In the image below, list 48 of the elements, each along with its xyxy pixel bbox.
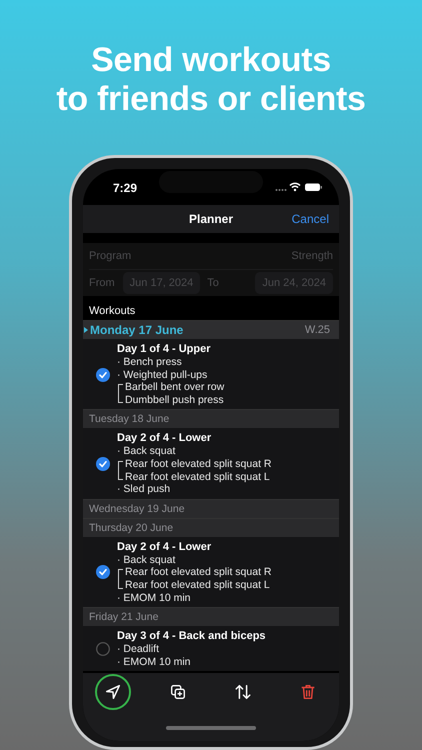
section-title: Workouts [88, 304, 136, 319]
exercise-line: · Back squat [117, 445, 176, 458]
workout-card[interactable]: Day 2 of 4 - Lower · Back squat Rear foot elevated split squat R Rear foot elevated split squat L · EMOM 10 min [83, 536, 339, 608]
workout-card[interactable]: Day 3 of 4 - Back and biceps · Deadlift · EMOM 10 min [83, 626, 339, 672]
headline: Send workouts to friends or clients [56, 41, 366, 119]
exercise-line: Rear foot elevated split squat R [125, 566, 272, 579]
status-time: 7:29 [113, 181, 138, 195]
superset-bracket [118, 460, 123, 480]
exercise-line: Rear foot elevated split squat R [125, 458, 272, 471]
trash-icon [299, 683, 317, 701]
checked-circle-icon[interactable] [96, 368, 110, 382]
status-icons [275, 182, 323, 192]
exercise-line: · Weighted pull-ups [117, 368, 208, 382]
field-label: From [89, 277, 115, 289]
screen-title: Planner [188, 212, 233, 226]
day-header[interactable]: Tuesday 18 June [83, 409, 339, 428]
exercise-line: · Sled push [117, 483, 172, 496]
exercise-line: Rear foot elevated split squat L [125, 470, 271, 484]
exercise-line: Barbell bent over row [125, 381, 224, 394]
superset-bracket [118, 569, 123, 589]
day-header[interactable]: Friday 21 June [83, 607, 339, 626]
workout-title: Day 2 of 4 - Lower [117, 540, 212, 554]
exercise-line: · Deadlift [117, 643, 160, 656]
workout-card[interactable]: Day 2 of 4 - Lower · Back squat Rear foot elevated split squat R Rear foot elevated split squat L · Sled push [83, 428, 339, 499]
exercise-line: · Bench press [117, 356, 183, 369]
workout-card[interactable]: Day 1 of 4 - Upper · Bench press · Weighted pull-ups Barbell bent over row Dumbbell push press [83, 339, 339, 410]
field-label: To [207, 277, 219, 289]
exercise-line: · EMOM 10 min [117, 656, 192, 668]
workout-title: Day 2 of 4 - Lower [117, 432, 212, 446]
day-header[interactable]: Thursday 20 June [83, 518, 339, 537]
day-header[interactable]: Monday 17 June W.25 [83, 320, 339, 339]
empty-circle-icon[interactable] [96, 642, 110, 656]
exercise-line: · Back squat [117, 554, 176, 566]
superset-bracket [118, 384, 123, 404]
cancel-button[interactable]: Cancel [292, 212, 329, 226]
checked-circle-icon[interactable] [96, 457, 110, 472]
up-down-arrows-icon [234, 683, 252, 701]
exercise-line: Rear foot elevated split squat L [125, 578, 271, 592]
exercise-line: · EMOM 10 min [117, 592, 192, 604]
field-label: Program [89, 250, 132, 262]
day-header[interactable]: Wednesday 19 June [83, 498, 339, 518]
checked-circle-icon[interactable] [96, 565, 110, 580]
send-icon [104, 683, 122, 701]
exercise-line: Dumbbell push press [125, 394, 224, 406]
workout-title: Day 3 of 4 - Back and biceps [117, 630, 266, 644]
selection-marker-icon [84, 327, 88, 333]
duplicate-icon [169, 683, 187, 701]
workout-title: Day 1 of 4 - Upper [117, 343, 212, 356]
